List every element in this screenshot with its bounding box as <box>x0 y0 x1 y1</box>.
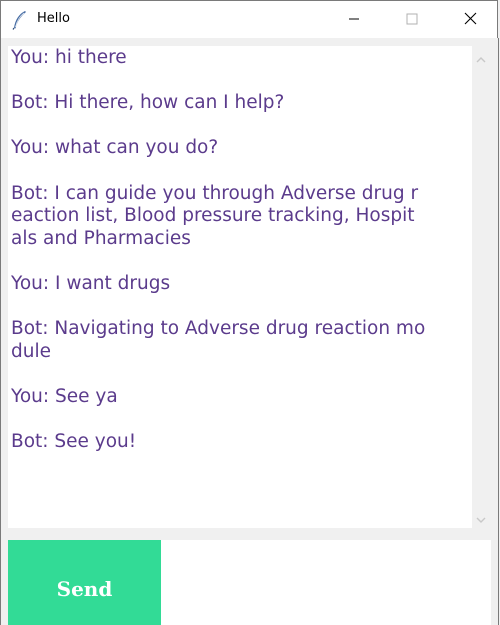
window-frame-left <box>0 38 1 625</box>
chat-message-line: You: hi there <box>11 47 127 68</box>
chat-log[interactable]: You: hi there Bot: Hi there, how can I he… <box>8 46 472 528</box>
message-input[interactable] <box>161 540 491 625</box>
window-title: Hello <box>37 11 70 26</box>
minimize-button[interactable] <box>331 1 377 38</box>
window-frame-right <box>498 38 499 625</box>
send-button[interactable]: Send <box>8 540 161 625</box>
chat-message-line: als and Pharmacies <box>11 227 191 249</box>
chat-message-line: Bot: Navigating to Adverse drug reaction… <box>11 318 426 340</box>
maximize-button[interactable] <box>389 1 435 38</box>
chevron-down-icon <box>476 509 486 528</box>
scroll-up-button[interactable] <box>472 48 490 68</box>
chat-message-line: Bot: I can guide you through Adverse dru… <box>11 182 419 204</box>
minimize-icon <box>348 10 360 29</box>
chat-message-line: You: what can you do? <box>11 137 219 159</box>
chat-message-line: Bot: Hi there, how can I help? <box>11 92 285 114</box>
chat-message-line: dule <box>11 340 51 362</box>
chat-message-line: Bot: See you! <box>11 431 137 453</box>
feather-icon <box>11 10 29 30</box>
chat-message-line: You: See ya <box>11 386 118 407</box>
title-bar: Hello <box>0 0 498 38</box>
chat-message-line: You: I want drugs <box>11 273 171 294</box>
chevron-up-icon <box>476 49 486 68</box>
vertical-scrollbar[interactable] <box>472 46 490 528</box>
close-button[interactable] <box>447 1 493 38</box>
close-icon <box>464 10 477 29</box>
maximize-icon <box>406 10 418 29</box>
scroll-down-button[interactable] <box>472 508 490 528</box>
chat-message-line: eaction list, Blood pressure tracking, H… <box>11 205 415 227</box>
